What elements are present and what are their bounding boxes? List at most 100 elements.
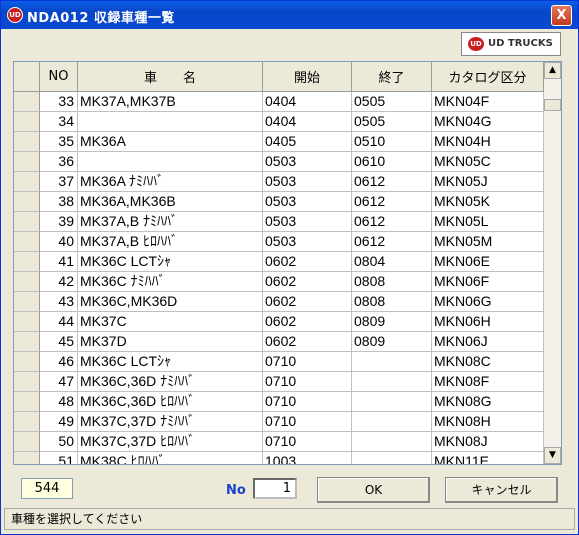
cell-vehicle-name: MK37C,37D ﾋﾛﾊﾊﾞ	[78, 432, 263, 452]
cell-catalog: MKN08F	[432, 372, 544, 392]
column-header-start[interactable]: 開始	[263, 62, 352, 92]
table-row[interactable]: 41 MK36C LCTｼｬ 0602 0804 MKN06E	[14, 252, 544, 272]
row-selector[interactable]	[14, 232, 40, 252]
row-selector[interactable]	[14, 292, 40, 312]
vehicle-table[interactable]: NO 車 名 開始 終了 カタログ区分 33 MK37A,MK37B 0404 050…	[13, 61, 562, 465]
table-row[interactable]: 36 0503 0610 MKN05C	[14, 152, 544, 172]
cell-vehicle-name: MK37A,B ﾋﾛﾊﾊﾞ	[78, 232, 263, 252]
table-row[interactable]: 40 MK37A,B ﾋﾛﾊﾊﾞ 0503 0612 MKN05M	[14, 232, 544, 252]
row-selector[interactable]	[14, 392, 40, 412]
row-selector[interactable]	[14, 252, 40, 272]
column-header-vehicle-name[interactable]: 車 名	[78, 62, 263, 92]
cell-catalog: MKN08H	[432, 412, 544, 432]
cell-catalog: MKN05L	[432, 212, 544, 232]
cell-no: 39	[40, 212, 78, 232]
table-row[interactable]: 47 MK36C,36D ﾅﾐﾊﾊﾞ 0710 MKN08F	[14, 372, 544, 392]
row-selector[interactable]	[14, 152, 40, 172]
table-row[interactable]: 49 MK37C,37D ﾅﾐﾊﾊﾞ 0710 MKN08H	[14, 412, 544, 432]
vertical-scrollbar[interactable]: ▲ ▼	[544, 62, 561, 464]
cell-no: 48	[40, 392, 78, 412]
cell-vehicle-name: MK37A,B ﾅﾐﾊﾊﾞ	[78, 212, 263, 232]
cell-vehicle-name: MK36C LCTｼｬ	[78, 352, 263, 372]
cell-catalog: MKN06J	[432, 332, 544, 352]
row-selector[interactable]	[14, 132, 40, 152]
cell-end	[352, 452, 432, 464]
table-row[interactable]: 34 0404 0505 MKN04G	[14, 112, 544, 132]
table-row[interactable]: 50 MK37C,37D ﾋﾛﾊﾊﾞ 0710 MKN08J	[14, 432, 544, 452]
table-row[interactable]: 43 MK36C,MK36D 0602 0808 MKN06G	[14, 292, 544, 312]
cell-vehicle-name: MK37C,37D ﾅﾐﾊﾊﾞ	[78, 412, 263, 432]
table-row[interactable]: 33 MK37A,MK37B 0404 0505 MKN04F	[14, 92, 544, 112]
cell-end	[352, 432, 432, 452]
scroll-down-button[interactable]: ▼	[544, 447, 561, 464]
table-row[interactable]: 48 MK36C,36D ﾋﾛﾊﾊﾞ 0710 MKN08G	[14, 392, 544, 412]
row-selector[interactable]	[14, 312, 40, 332]
scroll-thumb[interactable]	[544, 99, 561, 111]
cell-catalog: MKN08C	[432, 352, 544, 372]
cell-vehicle-name: MK36C,36D ﾋﾛﾊﾊﾞ	[78, 392, 263, 412]
table-row[interactable]: 37 MK36A ﾅﾐﾊﾊﾞ 0503 0612 MKN05J	[14, 172, 544, 192]
cell-start: 0710	[263, 352, 352, 372]
cell-end: 0610	[352, 152, 432, 172]
cell-start: 0503	[263, 232, 352, 252]
row-selector[interactable]	[14, 352, 40, 372]
cell-no: 49	[40, 412, 78, 432]
cell-catalog: MKN04G	[432, 112, 544, 132]
cell-end: 0808	[352, 272, 432, 292]
cell-end: 0612	[352, 212, 432, 232]
cell-start: 0405	[263, 132, 352, 152]
table-row[interactable]: 46 MK36C LCTｼｬ 0710 MKN08C	[14, 352, 544, 372]
column-header-no[interactable]: NO	[40, 62, 78, 92]
cell-end: 0505	[352, 92, 432, 112]
row-selector[interactable]	[14, 332, 40, 352]
logo-text: UD TRUCKS	[488, 38, 553, 49]
close-button[interactable]: X	[551, 5, 572, 26]
column-header-end[interactable]: 終了	[352, 62, 432, 92]
table-row[interactable]: 39 MK37A,B ﾅﾐﾊﾊﾞ 0503 0612 MKN05L	[14, 212, 544, 232]
cell-catalog: MKN05M	[432, 232, 544, 252]
status-bar: 車種を選択してください	[4, 508, 575, 530]
cell-no: 36	[40, 152, 78, 172]
row-selector[interactable]	[14, 112, 40, 132]
ud-logo-mark-icon: UD	[468, 37, 484, 51]
row-selector[interactable]	[14, 212, 40, 232]
cell-end	[352, 372, 432, 392]
no-input[interactable]: 1	[253, 478, 297, 499]
cell-no: 45	[40, 332, 78, 352]
table-row[interactable]: 38 MK36A,MK36B 0503 0612 MKN05K	[14, 192, 544, 212]
table-row[interactable]: 42 MK36C ﾅﾐﾊﾊﾞ 0602 0808 MKN06F	[14, 272, 544, 292]
row-selector[interactable]	[14, 92, 40, 112]
cell-vehicle-name: MK37C	[78, 312, 263, 332]
cell-catalog: MKN08G	[432, 392, 544, 412]
row-selector[interactable]	[14, 432, 40, 452]
row-selector[interactable]	[14, 192, 40, 212]
cell-start: 0404	[263, 92, 352, 112]
cell-start: 0602	[263, 312, 352, 332]
scroll-up-button[interactable]: ▲	[544, 62, 561, 79]
cancel-button[interactable]: キャンセル	[445, 477, 558, 503]
row-selector[interactable]	[14, 172, 40, 192]
table-row[interactable]: 45 MK37D 0602 0809 MKN06J	[14, 332, 544, 352]
cell-end: 0510	[352, 132, 432, 152]
cell-vehicle-name: MK36C,MK36D	[78, 292, 263, 312]
cell-catalog: MKN04F	[432, 92, 544, 112]
cell-no: 43	[40, 292, 78, 312]
cell-end: 0809	[352, 312, 432, 332]
dialog-window: UD NDA012 収録車種一覧 X UD UD TRUCKS NO 車 名 開…	[0, 0, 579, 535]
cell-no: 42	[40, 272, 78, 292]
ok-button[interactable]: OK	[317, 477, 430, 503]
cell-end	[352, 392, 432, 412]
cell-no: 40	[40, 232, 78, 252]
row-selector[interactable]	[14, 412, 40, 432]
row-selector[interactable]	[14, 452, 40, 464]
table-row[interactable]: 35 MK36A 0405 0510 MKN04H	[14, 132, 544, 152]
cell-start: 0503	[263, 172, 352, 192]
column-header-catalog[interactable]: カタログ区分	[432, 62, 544, 92]
table-row[interactable]: 44 MK37C 0602 0809 MKN06H	[14, 312, 544, 332]
cell-vehicle-name: MK37D	[78, 332, 263, 352]
no-label: No	[226, 483, 246, 498]
row-selector[interactable]	[14, 372, 40, 392]
cell-no: 37	[40, 172, 78, 192]
table-row[interactable]: 51 MK38C ﾋﾛﾊﾊﾞ 1003 MKN11E	[14, 452, 544, 464]
row-selector[interactable]	[14, 272, 40, 292]
